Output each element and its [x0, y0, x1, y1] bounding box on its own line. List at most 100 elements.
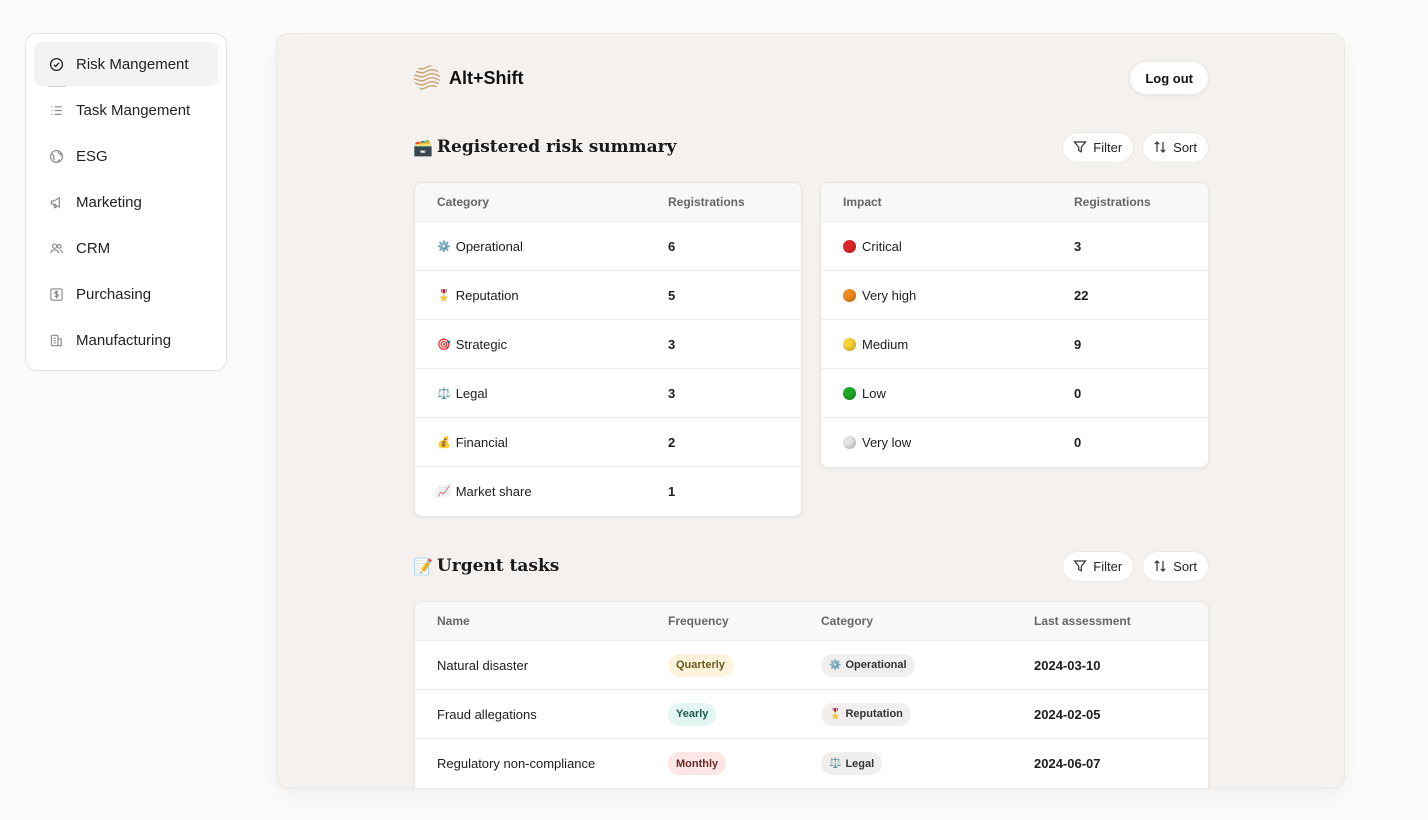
table-row[interactable]: 📈 Market share 1	[415, 467, 801, 516]
sort-label: Sort	[1173, 139, 1197, 155]
impact-rows: Critical 3 Very high 22 Medium 9 Low 0 Very low 0	[821, 222, 1208, 467]
task-name: Fraud allegations	[437, 706, 537, 722]
category-rows: ⚙️ Operational 6 🎖️ Reputation 5 🎯 Strategic 3 ⚖️…	[415, 222, 801, 516]
table-row[interactable]: Medium 9	[821, 320, 1208, 369]
impact-name: Low	[862, 385, 886, 401]
category-emoji-icon: ⚖️	[437, 386, 451, 400]
category-badge-label: Reputation	[845, 708, 903, 720]
category-badge: ⚖️ Legal	[821, 752, 883, 775]
dollar-square-icon	[48, 286, 64, 302]
sort-button[interactable]: Sort	[1142, 550, 1209, 582]
risk-summary-header: 🗃️ Registered risk summary Filter Sort	[413, 131, 1209, 163]
category-badge: ⚙️ Operational	[821, 653, 915, 677]
table-row[interactable]: 🎯 Strategic 3	[415, 320, 801, 369]
category-name: Reputation	[455, 287, 519, 303]
sidebar-item-label: Marketing	[76, 193, 142, 211]
column-header-name[interactable]: Name	[415, 614, 668, 628]
registrations-count: 9	[1074, 336, 1082, 352]
impact-dot-icon	[843, 239, 856, 253]
impact-dot-icon	[843, 288, 856, 302]
sort-button[interactable]: Sort	[1142, 131, 1209, 163]
column-header-impact[interactable]: Impact	[821, 195, 1074, 209]
section-title: 🗃️ Registered risk summary	[413, 137, 676, 157]
sidebar-item-manufacturing[interactable]: Manufacturing	[34, 318, 218, 362]
registrations-count: 2	[668, 434, 676, 450]
category-emoji-icon: ⚙️	[437, 239, 451, 253]
registrations-count: 0	[1074, 385, 1082, 401]
check-circle-icon	[48, 56, 64, 72]
impact-cell: Medium	[821, 337, 1074, 352]
table-header: Category Registrations	[415, 183, 801, 222]
frequency-cell: Yearly	[668, 702, 821, 726]
registrations-count: 3	[1074, 238, 1082, 254]
impact-name: Critical	[862, 238, 902, 254]
category-name: Legal	[455, 385, 488, 401]
sidebar-item-marketing[interactable]: Marketing	[34, 180, 218, 224]
brand-logo-icon	[414, 65, 440, 91]
impact-name: Medium	[862, 336, 909, 352]
filter-button[interactable]: Filter	[1062, 131, 1135, 163]
section-title-text: Registered risk summary	[436, 137, 677, 157]
category-badge-label: Legal	[845, 757, 875, 770]
sidebar-item-label: Task Mangement	[76, 101, 191, 119]
table-row[interactable]: Low 0	[821, 369, 1208, 418]
category-cell: 📈 Market share	[415, 484, 668, 499]
filter-button[interactable]: Filter	[1062, 550, 1135, 582]
filter-icon	[1073, 141, 1088, 153]
section-title: 📝 Urgent tasks	[413, 556, 559, 576]
frequency-cell: Quarterly	[668, 653, 821, 677]
frequency-cell: Monthly	[668, 752, 821, 775]
sidebar-item-esg[interactable]: ESG	[34, 134, 218, 178]
sidebar-item-label: ESG	[76, 147, 108, 165]
factory-icon	[48, 332, 64, 348]
table-row[interactable]: 🎖️ Reputation 5	[415, 271, 801, 320]
main-panel: Alt+Shift Log out 🗃️ Registered risk sum…	[276, 33, 1345, 789]
sort-icon	[1154, 141, 1166, 153]
urgent-tasks-header: 📝 Urgent tasks Filter Sort	[413, 550, 1209, 582]
logout-button[interactable]: Log out	[1129, 61, 1209, 95]
column-header-last-assessment[interactable]: Last assessment	[1034, 614, 1131, 628]
sidebar-item-label: Purchasing	[76, 285, 152, 303]
risk-summary-actions: Filter Sort	[1062, 131, 1209, 163]
column-header-registrations[interactable]: Registrations	[1074, 195, 1151, 209]
table-row[interactable]: Natural disaster Quarterly ⚙️ Operational 20…	[415, 641, 1208, 690]
table-row[interactable]: 💰 Financial 2	[415, 418, 801, 467]
registrations-count: 6	[668, 238, 676, 254]
sidebar: Risk Mangement Task Mangement ESG Market…	[25, 33, 227, 371]
column-header-category[interactable]: Category	[821, 614, 1034, 628]
table-row[interactable]: Critical 3	[821, 222, 1208, 271]
category-cell: 🎖️ Reputation	[415, 288, 668, 303]
sidebar-item-purchasing[interactable]: Purchasing	[34, 272, 218, 316]
category-cell: ⚖️ Legal	[821, 752, 1034, 775]
last-assessment-date: 2024-03-10	[1034, 657, 1101, 673]
table-row[interactable]: Very high 22	[821, 271, 1208, 320]
sidebar-item-risk-management[interactable]: Risk Mangement	[34, 42, 218, 87]
column-header-registrations[interactable]: Registrations	[668, 195, 745, 209]
table-row[interactable]: ⚖️ Legal 3	[415, 369, 801, 418]
frequency-badge: Yearly	[668, 702, 717, 726]
list-icon	[48, 102, 64, 118]
users-icon	[48, 240, 64, 256]
table-row[interactable]: Regulatory non-compliance Monthly ⚖️ Legal 2…	[415, 739, 1208, 788]
column-header-frequency[interactable]: Frequency	[668, 614, 821, 628]
impact-table: Impact Registrations Critical 3 Very high 2…	[820, 182, 1209, 468]
column-header-category[interactable]: Category	[415, 195, 668, 209]
registrations-count: 1	[668, 484, 676, 499]
impact-cell: Very low	[821, 435, 1074, 450]
filter-label: Filter	[1093, 558, 1123, 574]
category-badge-label: Operational	[845, 659, 907, 671]
sidebar-item-task-management[interactable]: Task Mangement	[34, 88, 218, 132]
table-row[interactable]: Fraud allegations Yearly 🎖️ Reputation 2024-…	[415, 690, 1208, 739]
sidebar-item-label: Manufacturing	[76, 331, 172, 349]
category-emoji-icon: ⚖️	[829, 758, 842, 769]
table-row[interactable]: Very low 0	[821, 418, 1208, 467]
table-header: Impact Registrations	[821, 183, 1208, 222]
table-row[interactable]: ⚙️ Operational 6	[415, 222, 801, 271]
category-emoji-icon: ⚙️	[829, 659, 842, 671]
registrations-count: 3	[668, 336, 676, 352]
category-emoji-icon: 🎖️	[829, 708, 842, 720]
sidebar-item-crm[interactable]: CRM	[34, 226, 218, 270]
megaphone-icon	[48, 194, 64, 210]
brand[interactable]: Alt+Shift	[413, 64, 524, 92]
section-title-text: Urgent tasks	[436, 556, 560, 576]
